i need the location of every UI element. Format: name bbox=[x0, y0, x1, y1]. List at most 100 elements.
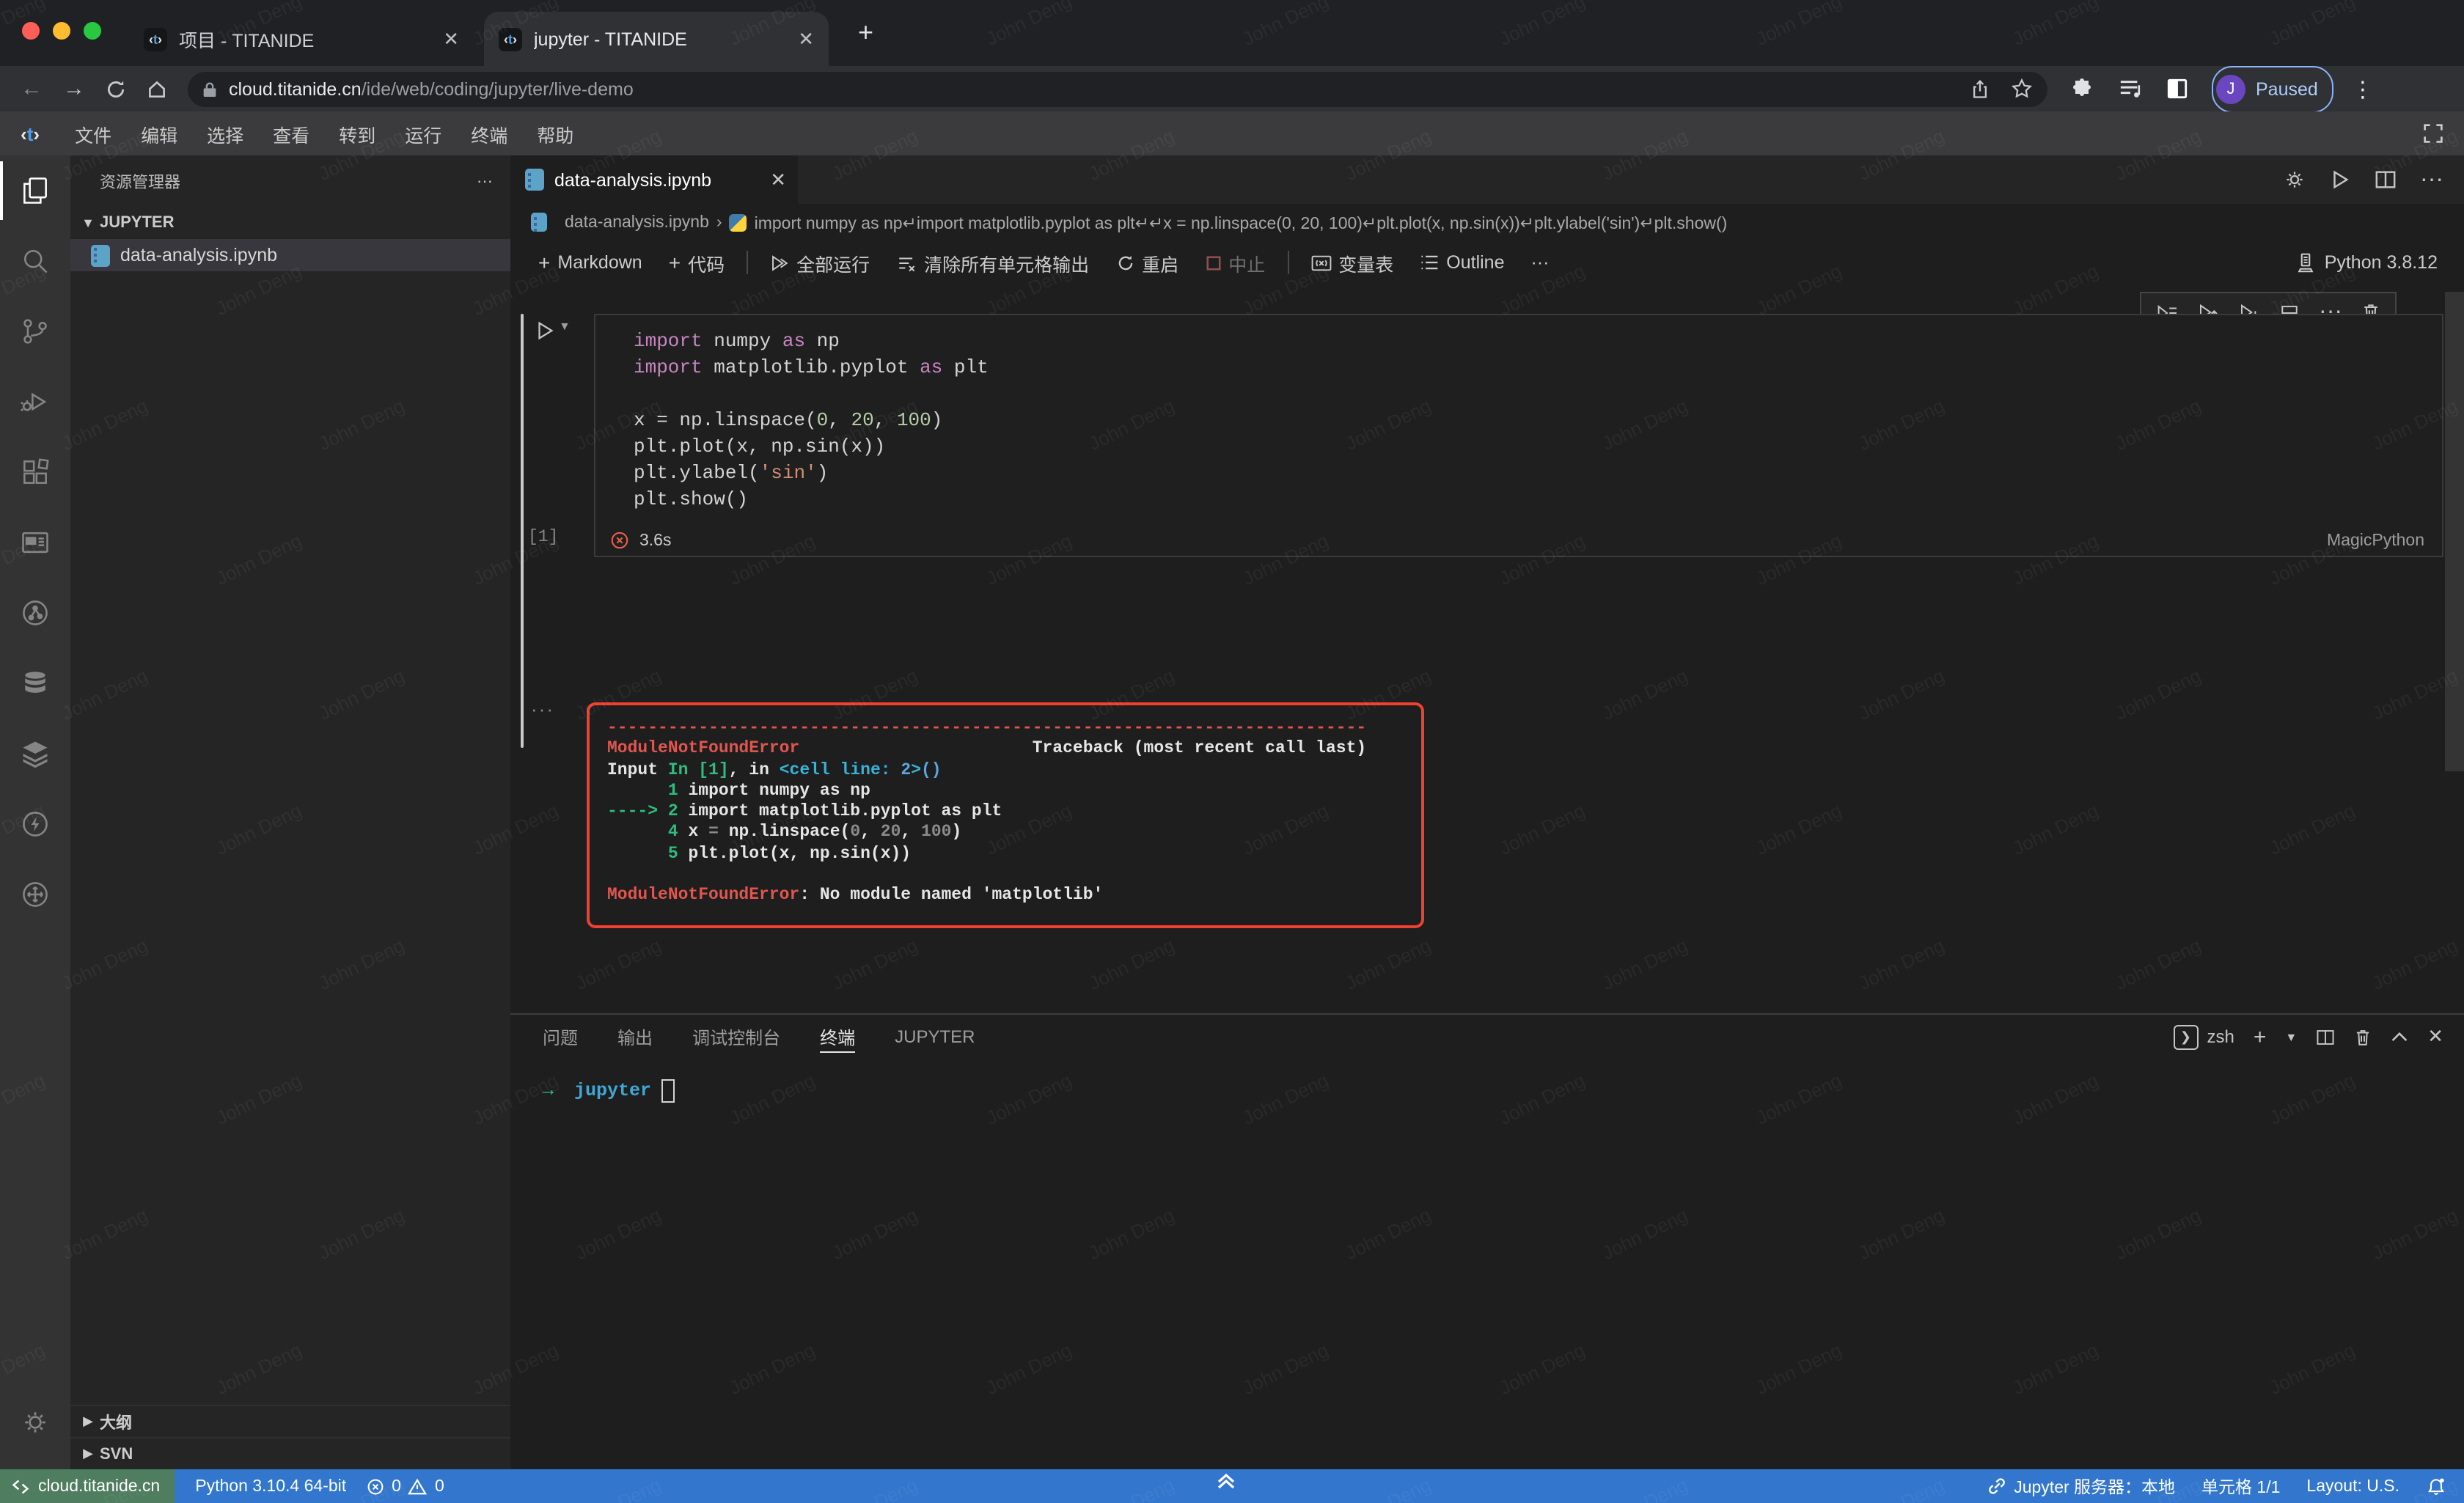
statusbar-right: Jupyter 服务器：本地 单元格 1/1 Layout: U.S. bbox=[1987, 1474, 2464, 1498]
breadcrumb-file[interactable]: data-analysis.ipynb bbox=[565, 213, 709, 231]
reload-icon[interactable] bbox=[106, 78, 126, 99]
error-output-box: ----------------------------------------… bbox=[587, 702, 1424, 928]
svn-section[interactable]: ▶SVN bbox=[70, 1437, 510, 1469]
restart-icon bbox=[1115, 253, 1134, 272]
browser-tab-project[interactable]: ‹t› 项目 - TITANIDE ✕ bbox=[129, 12, 474, 66]
preview-icon[interactable] bbox=[0, 507, 70, 578]
menu-selection[interactable]: 选择 bbox=[192, 120, 258, 147]
menu-file[interactable]: 文件 bbox=[60, 120, 126, 147]
back-icon[interactable]: ← bbox=[21, 76, 43, 101]
run-cell-button[interactable]: ▼ bbox=[534, 320, 571, 342]
browser-tab-jupyter[interactable]: ‹t› jupyter - TITANIDE ✕ bbox=[484, 12, 829, 66]
kernel-picker[interactable]: Python 3.8.12 bbox=[2295, 252, 2464, 273]
editor-scrollbar[interactable] bbox=[2445, 292, 2464, 771]
code-cell[interactable]: import numpy as npimport matplotlib.pypl… bbox=[594, 314, 2443, 557]
panel-tab-output[interactable]: 输出 bbox=[617, 1015, 653, 1059]
menu-view[interactable]: 查看 bbox=[258, 120, 324, 147]
extensions-icon[interactable] bbox=[0, 437, 70, 507]
split-terminal-icon[interactable] bbox=[2316, 1027, 2335, 1046]
remote-indicator[interactable]: cloud.titanide.cn bbox=[0, 1469, 175, 1503]
editor-tabbar: data-analysis.ipynb ✕ ··· bbox=[510, 155, 2464, 204]
panel-tab-problems[interactable]: 问题 bbox=[543, 1015, 578, 1059]
side-panel-icon[interactable] bbox=[2166, 78, 2188, 100]
minimize-window-button[interactable] bbox=[53, 22, 70, 40]
forward-icon[interactable]: → bbox=[63, 76, 85, 101]
menu-terminal[interactable]: 终端 bbox=[456, 120, 522, 147]
explorer-icon[interactable] bbox=[0, 155, 70, 226]
explorer-more-icon[interactable]: ··· bbox=[477, 172, 493, 190]
profile-chip[interactable]: J Paused bbox=[2212, 65, 2334, 112]
cell-position-indicator[interactable]: 单元格 1/1 bbox=[2201, 1474, 2280, 1498]
browser-menu-icon[interactable]: ⋮ bbox=[2352, 76, 2374, 102]
restart-kernel-button[interactable]: 重启 bbox=[1105, 245, 1189, 280]
layers-icon[interactable] bbox=[0, 719, 70, 789]
search-icon[interactable] bbox=[0, 226, 70, 296]
close-window-button[interactable] bbox=[22, 22, 40, 40]
clear-outputs-button[interactable]: 清除所有单元格输出 bbox=[886, 245, 1099, 280]
variables-button[interactable]: 变量表 bbox=[1300, 245, 1404, 280]
jupyter-server-indicator[interactable]: Jupyter 服务器：本地 bbox=[1987, 1474, 2175, 1498]
bookmark-star-icon[interactable] bbox=[2011, 78, 2033, 100]
lightning-icon[interactable] bbox=[0, 789, 70, 859]
restore-panel-chevrons-icon[interactable] bbox=[1214, 1471, 1238, 1491]
database-icon[interactable] bbox=[0, 648, 70, 719]
settings-gear-icon[interactable] bbox=[0, 1387, 70, 1458]
panel-tab-terminal[interactable]: 终端 bbox=[820, 1015, 855, 1059]
more-actions-icon[interactable]: ··· bbox=[2420, 166, 2443, 193]
notifications-bell-icon[interactable] bbox=[2426, 1476, 2446, 1496]
move-all-icon[interactable] bbox=[0, 859, 70, 930]
url-bar[interactable]: cloud.titanide.cn/ide/web/coding/jupyter… bbox=[188, 71, 2047, 106]
run-all-icon[interactable] bbox=[2329, 169, 2351, 191]
run-debug-icon[interactable] bbox=[0, 367, 70, 437]
add-code-button[interactable]: +代码 bbox=[659, 245, 735, 280]
share-circle-icon[interactable] bbox=[0, 578, 70, 648]
close-panel-icon[interactable]: ✕ bbox=[2427, 1025, 2443, 1048]
keyboard-layout-indicator[interactable]: Layout: U.S. bbox=[2306, 1477, 2399, 1495]
breadcrumb-cell-preview[interactable]: import numpy as np↵import matplotlib.pyp… bbox=[755, 212, 1728, 232]
python-interpreter[interactable]: Python 3.10.4 64-bit bbox=[195, 1477, 346, 1495]
editor-tab-notebook[interactable]: data-analysis.ipynb ✕ bbox=[510, 155, 798, 204]
close-tab-icon[interactable]: ✕ bbox=[443, 27, 459, 51]
playlist-icon[interactable] bbox=[2118, 78, 2143, 100]
toolbar-more-icon[interactable]: ··· bbox=[1521, 245, 1560, 280]
kill-terminal-icon[interactable] bbox=[2354, 1027, 2372, 1046]
panel-tab-debug-console[interactable]: 调试控制台 bbox=[692, 1015, 780, 1059]
output-more-icon[interactable]: ··· bbox=[531, 698, 554, 720]
new-terminal-icon[interactable]: + bbox=[2254, 1024, 2267, 1049]
menu-help[interactable]: 帮助 bbox=[522, 120, 588, 147]
cell-language-mode[interactable]: MagicPython bbox=[2327, 532, 2424, 549]
menu-edit[interactable]: 编辑 bbox=[126, 120, 192, 147]
warning-count-icon bbox=[408, 1477, 428, 1495]
menu-goto[interactable]: 转到 bbox=[324, 120, 390, 147]
close-tab-icon[interactable]: ✕ bbox=[798, 27, 814, 51]
shell-badge[interactable]: ❯ zsh bbox=[2173, 1024, 2234, 1049]
link-icon bbox=[1987, 1477, 2006, 1496]
notebook-settings-gear-icon[interactable] bbox=[2284, 169, 2306, 191]
outline-button[interactable]: Outline bbox=[1409, 245, 1514, 280]
share-icon[interactable] bbox=[1970, 78, 1990, 99]
cell-code[interactable]: import numpy as npimport matplotlib.pypl… bbox=[634, 328, 989, 513]
run-dropdown-chevron-icon[interactable]: ▼ bbox=[559, 320, 571, 333]
extensions-puzzle-icon[interactable] bbox=[2071, 77, 2094, 100]
maximize-window-button[interactable] bbox=[84, 22, 101, 40]
problems-indicator[interactable]: 0 0 bbox=[367, 1477, 444, 1495]
terminal-dropdown-chevron-icon[interactable]: ▼ bbox=[2285, 1030, 2297, 1043]
maximize-panel-icon[interactable] bbox=[2391, 1031, 2408, 1043]
panel-tab-jupyter[interactable]: JUPYTER bbox=[895, 1015, 975, 1059]
add-markdown-button[interactable]: +Markdown bbox=[528, 245, 653, 280]
run-all-button[interactable]: 全部运行 bbox=[760, 245, 880, 280]
breadcrumb[interactable]: data-analysis.ipynb › import numpy as np… bbox=[510, 204, 2464, 240]
workspace-section-header[interactable]: ▼ JUPYTER bbox=[70, 207, 510, 239]
source-control-icon[interactable] bbox=[0, 296, 70, 367]
outline-section[interactable]: ▶大纲 bbox=[70, 1405, 510, 1437]
fullscreen-icon[interactable] bbox=[2423, 123, 2443, 144]
close-editor-tab-icon[interactable]: ✕ bbox=[770, 168, 786, 191]
menu-run[interactable]: 运行 bbox=[390, 120, 456, 147]
error-circle-icon bbox=[610, 531, 629, 550]
home-icon[interactable] bbox=[147, 78, 167, 99]
variables-icon bbox=[1310, 253, 1331, 272]
split-editor-icon[interactable] bbox=[2375, 169, 2397, 191]
terminal-view[interactable]: → jupyter bbox=[510, 1059, 2464, 1103]
file-item-notebook[interactable]: data-analysis.ipynb bbox=[70, 239, 510, 271]
new-tab-button[interactable]: + bbox=[858, 18, 873, 48]
